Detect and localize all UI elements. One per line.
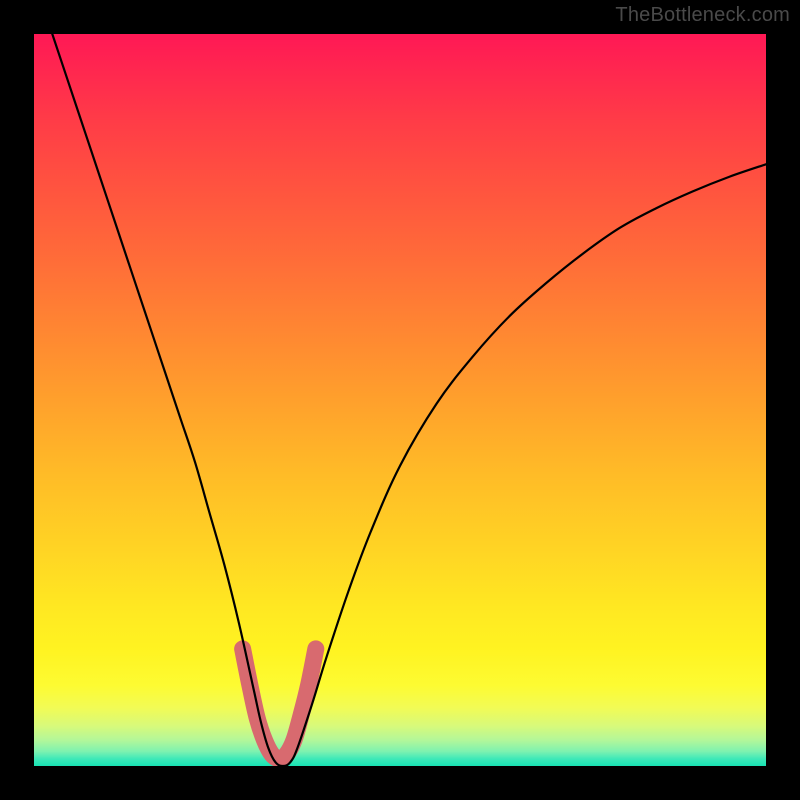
watermark-text: TheBottleneck.com <box>615 4 790 27</box>
curve-layer <box>34 34 766 766</box>
plot-area <box>34 34 766 766</box>
marker-overlay <box>243 649 316 759</box>
chart-stage: TheBottleneck.com <box>0 0 800 800</box>
bottleneck-curve <box>52 34 766 766</box>
